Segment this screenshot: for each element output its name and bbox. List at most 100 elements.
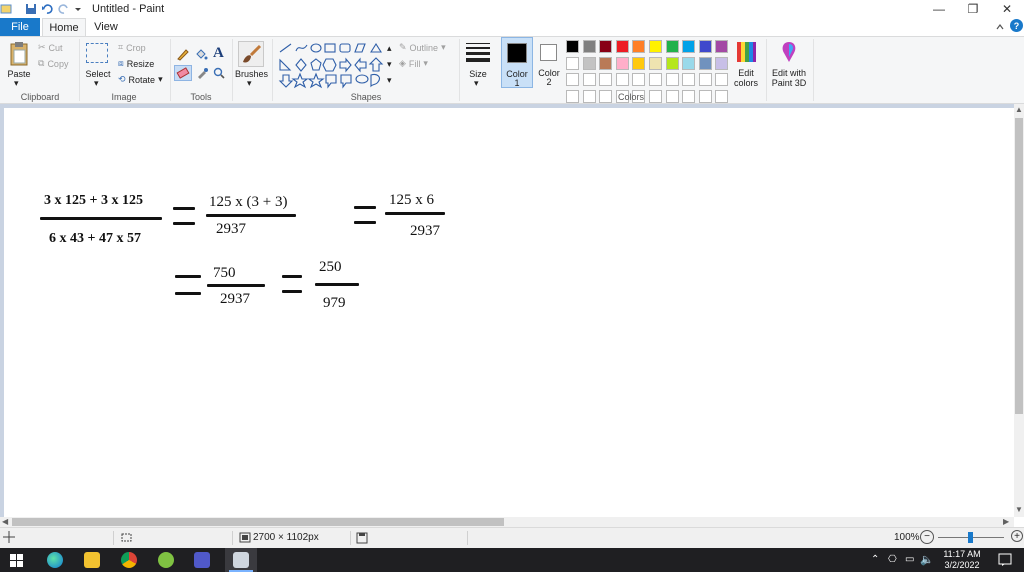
palette-swatch[interactable]	[649, 56, 662, 70]
paste-button[interactable]: Paste	[6, 69, 32, 79]
rotate-button[interactable]: ⟲ Rotate ▾	[118, 74, 163, 85]
palette-swatch[interactable]	[682, 56, 696, 70]
vertical-scroll-thumb[interactable]	[1015, 118, 1023, 414]
tab-home[interactable]: Home	[42, 18, 86, 36]
undo-icon[interactable]	[40, 2, 54, 16]
custom-color-slot[interactable]	[698, 73, 712, 86]
brushes-dropdown-icon[interactable]: ▾	[247, 78, 252, 89]
horizontal-scroll-thumb[interactable]	[12, 518, 504, 526]
fill-button[interactable]: ◈ Fill ▾	[399, 58, 428, 69]
color-picker-icon[interactable]	[196, 67, 208, 82]
brush-icon[interactable]	[238, 41, 264, 67]
palette-swatch[interactable]	[615, 40, 629, 53]
palette-swatch[interactable]	[715, 40, 729, 53]
tab-view[interactable]: View	[88, 18, 124, 36]
palette-swatch[interactable]	[582, 40, 596, 53]
teams-icon[interactable]	[194, 552, 210, 568]
scroll-up-arrow-icon[interactable]: ▲	[1015, 105, 1023, 114]
redo-icon[interactable]	[57, 2, 71, 16]
zoom-slider-thumb[interactable]	[968, 532, 973, 543]
palette-swatch[interactable]	[665, 40, 679, 53]
drawing-canvas[interactable]: 3 x 125 + 3 x 125 6 x 43 + 47 x 57 125 x…	[4, 108, 1014, 517]
paint3d-icon[interactable]	[778, 40, 800, 64]
palette-swatch[interactable]	[649, 40, 662, 53]
pencil-icon[interactable]	[176, 47, 190, 64]
palette-swatch[interactable]	[698, 40, 712, 53]
chrome-browser-icon[interactable]	[121, 552, 137, 568]
color2-button[interactable]: Color 2	[536, 37, 562, 88]
outline-button[interactable]: ✎ Outline ▾	[399, 42, 446, 53]
custom-color-slot[interactable]	[665, 73, 679, 86]
zoom-in-button[interactable]: +	[1011, 530, 1023, 542]
close-button[interactable]: ✕	[990, 0, 1024, 18]
paint-taskbar-button[interactable]	[225, 548, 257, 572]
palette-swatch[interactable]	[665, 56, 679, 70]
custom-color-slot[interactable]	[632, 73, 646, 86]
palette-swatch[interactable]	[632, 40, 646, 53]
scroll-right-arrow-icon[interactable]: ▶	[1003, 517, 1009, 526]
palette-swatch[interactable]	[566, 56, 579, 70]
system-clock[interactable]: 11:17 AM 3/2/2022	[938, 549, 986, 571]
crop-button[interactable]: ⌗ Crop	[118, 42, 146, 53]
palette-swatch[interactable]	[599, 40, 613, 53]
eraser-icon[interactable]	[174, 65, 192, 81]
custom-color-slot[interactable]	[715, 89, 729, 103]
select-icon[interactable]	[86, 43, 108, 63]
copy-button[interactable]: ⧉ Copy	[38, 58, 68, 69]
paste-dropdown-icon[interactable]: ▾	[14, 78, 19, 89]
select-dropdown-icon[interactable]: ▾	[94, 78, 99, 89]
restore-button[interactable]: ❐	[956, 0, 990, 18]
palette-swatch[interactable]	[682, 40, 696, 53]
custom-color-slot[interactable]	[566, 73, 579, 86]
edit-colors-button[interactable]: Edit colors	[728, 68, 764, 88]
custom-color-slot[interactable]	[698, 89, 712, 103]
shapes-gallery[interactable]	[278, 41, 388, 89]
paste-icon[interactable]	[8, 41, 30, 67]
tray-expand-icon[interactable]: ⌃	[871, 554, 879, 565]
volume-icon[interactable]: 🔈	[920, 553, 934, 566]
tab-file[interactable]: File	[0, 18, 40, 36]
edit-with-paint3d-button[interactable]: Edit with Paint 3D	[768, 68, 810, 88]
palette-swatch[interactable]	[599, 56, 613, 70]
minimize-button[interactable]: —	[922, 0, 956, 18]
palette-swatch[interactable]	[582, 56, 596, 70]
meet-now-icon[interactable]: ⎔	[888, 554, 897, 565]
resize-button[interactable]: ⧈ Resize	[118, 58, 154, 69]
palette-swatch[interactable]	[715, 56, 729, 70]
paint-app-icon[interactable]	[0, 2, 12, 16]
shapes-expand-icon[interactable]: ▾	[387, 75, 392, 86]
size-dropdown-icon[interactable]: ▾	[474, 78, 479, 89]
zoom-out-button[interactable]: −	[920, 530, 934, 544]
custom-color-slot[interactable]	[682, 73, 696, 86]
edge-browser-icon[interactable]	[47, 552, 63, 568]
shapes-scroll-down-icon[interactable]: ▾	[387, 59, 392, 70]
custom-color-slot[interactable]	[615, 73, 629, 86]
fill-bucket-icon[interactable]	[194, 47, 208, 64]
canvas-workspace[interactable]: 3 x 125 + 3 x 125 6 x 43 + 47 x 57 125 x…	[0, 104, 1014, 517]
green-app-icon[interactable]	[158, 552, 174, 568]
magnifier-icon[interactable]	[213, 67, 225, 82]
custom-color-slot[interactable]	[582, 73, 596, 86]
palette-swatch[interactable]	[615, 56, 629, 70]
help-icon[interactable]: ?	[1010, 19, 1023, 32]
edit-colors-icon[interactable]	[735, 40, 757, 64]
collapse-ribbon-icon[interactable]	[996, 22, 1004, 34]
custom-color-slot[interactable]	[649, 73, 662, 86]
cut-button[interactable]: ✂ Cut	[38, 42, 63, 53]
text-tool-icon[interactable]: A	[213, 45, 224, 62]
shapes-scroll-up-icon[interactable]: ▴	[387, 43, 392, 54]
size-icon[interactable]	[466, 43, 490, 62]
palette-swatch[interactable]	[566, 40, 579, 53]
custom-color-slot[interactable]	[599, 73, 613, 86]
customize-toolbar-icon[interactable]	[73, 2, 83, 16]
windows-start-icon[interactable]	[10, 554, 23, 570]
file-explorer-icon[interactable]	[84, 552, 100, 568]
palette-swatch[interactable]	[632, 56, 646, 70]
scroll-left-arrow-icon[interactable]: ◀	[2, 517, 8, 526]
color1-button[interactable]: Color 1	[501, 37, 533, 88]
custom-color-slot[interactable]	[715, 73, 729, 86]
network-icon[interactable]: ▭	[905, 554, 914, 565]
vertical-scrollbar[interactable]: ▲ ▼	[1014, 104, 1024, 517]
palette-swatch[interactable]	[698, 56, 712, 70]
save-icon[interactable]	[24, 2, 38, 16]
